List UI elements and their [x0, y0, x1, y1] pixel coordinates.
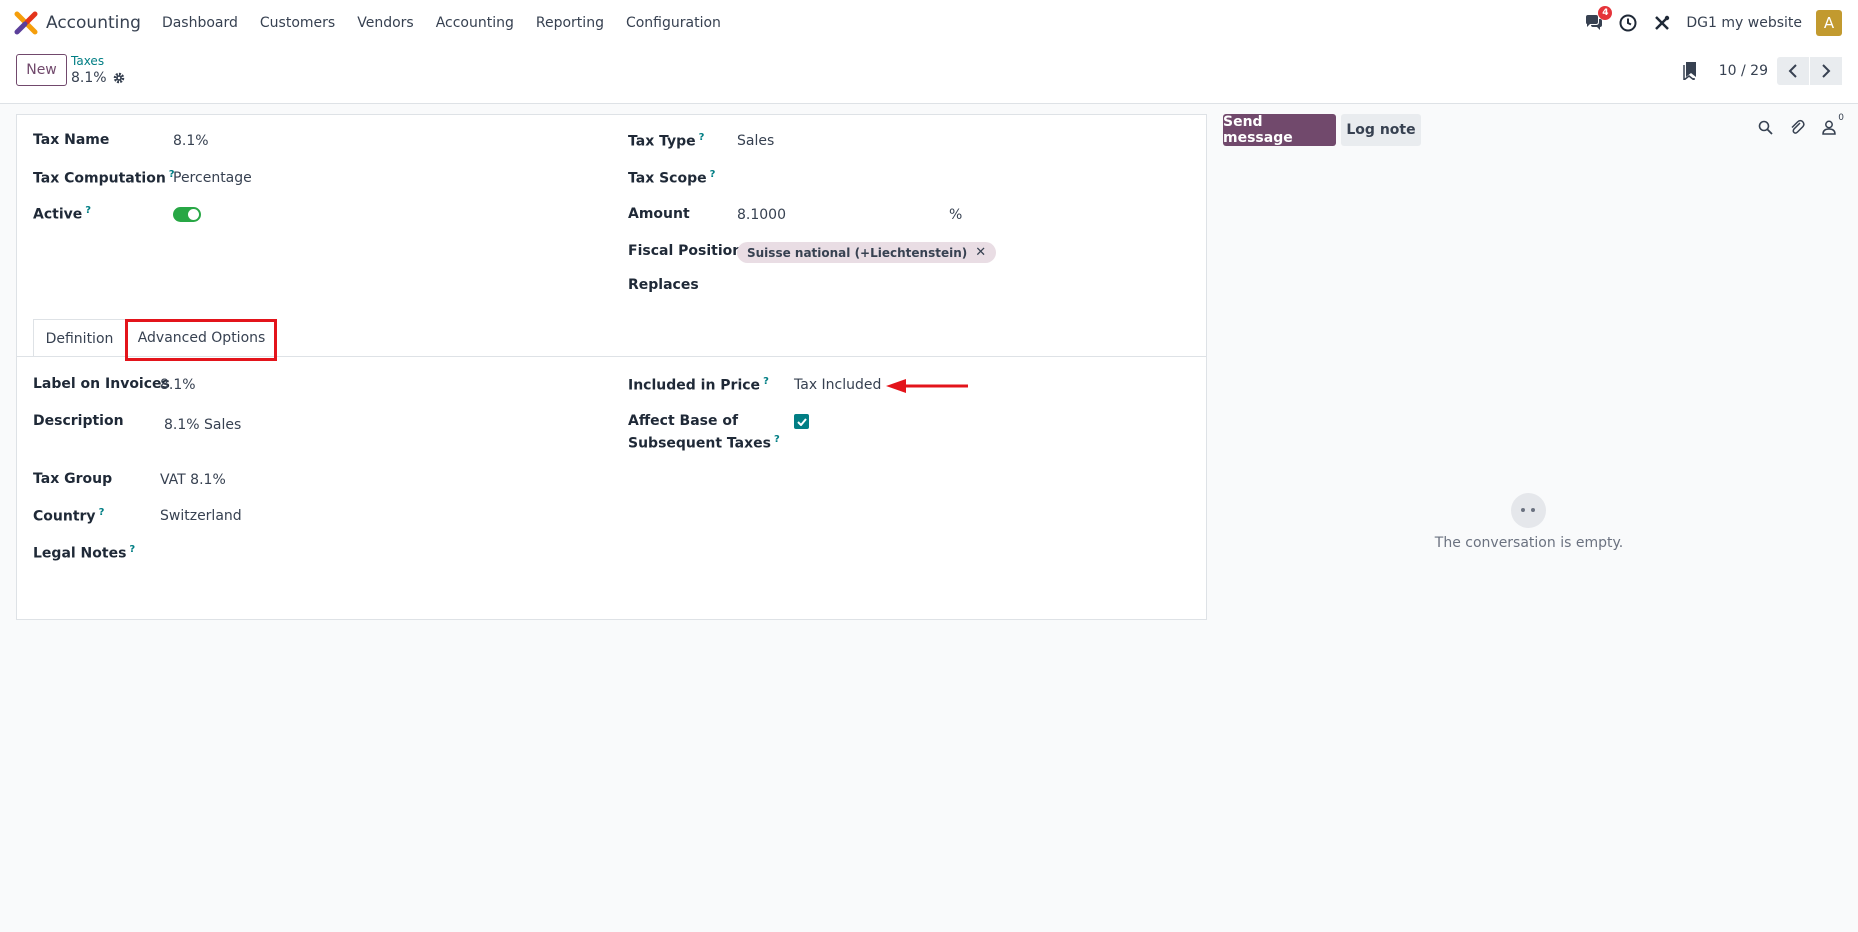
tax-scope-label-text: Tax Scope: [628, 170, 707, 187]
tools-icon: [1655, 15, 1670, 30]
legal-notes-label: Legal Notes?: [33, 544, 135, 562]
empty-face-icon: [1511, 493, 1546, 528]
messages-button[interactable]: 4: [1584, 6, 1613, 33]
breadcrumb-taxes[interactable]: Taxes: [71, 54, 104, 68]
help-icon[interactable]: ?: [129, 544, 135, 555]
chevron-left-icon: [1788, 64, 1797, 78]
legal-notes-label-text: Legal Notes: [33, 545, 127, 562]
navbar-systray: 4 DG1 my website A: [1584, 0, 1842, 46]
amount-label: Amount: [628, 206, 690, 222]
affect-base-checkbox[interactable]: [794, 414, 809, 429]
main-menu: Dashboard Customers Vendors Accounting R…: [151, 15, 732, 31]
menu-customers[interactable]: Customers: [249, 15, 346, 31]
affect-base-label-line1: Affect Base of: [628, 413, 739, 429]
remove-tag-icon[interactable]: ✕: [975, 245, 986, 260]
active-label-text: Active: [33, 206, 83, 223]
included-in-price-label-text: Included in Price: [628, 377, 761, 394]
menu-accounting[interactable]: Accounting: [425, 15, 525, 31]
debug-button[interactable]: [1652, 13, 1672, 33]
help-icon[interactable]: ?: [85, 205, 91, 216]
record-title: 8.1%: [71, 70, 107, 86]
followers-button[interactable]: 0: [1820, 113, 1844, 136]
tax-computation-field[interactable]: Percentage: [173, 170, 252, 186]
app-logo-icon: [14, 11, 38, 35]
tax-computation-label: Tax Computation?: [33, 169, 175, 187]
help-icon[interactable]: ?: [774, 434, 780, 445]
user-avatar[interactable]: A: [1816, 10, 1842, 36]
label-on-invoices-label: Label on Invoices: [33, 376, 170, 392]
tax-name-field[interactable]: 8.1%: [173, 133, 209, 149]
advanced-options-highlight: [125, 319, 277, 361]
amount-unit: %: [949, 207, 963, 223]
pager-area: 10 / 29: [1683, 57, 1842, 85]
help-icon[interactable]: ?: [699, 132, 705, 143]
company-switcher[interactable]: DG1 my website: [1686, 15, 1802, 31]
app-name[interactable]: Accounting: [46, 13, 141, 33]
pager-previous-button[interactable]: [1777, 57, 1809, 85]
clock-icon: [1619, 14, 1637, 32]
description-field[interactable]: 8.1% Sales: [164, 417, 241, 433]
paperclip-icon: [1790, 119, 1805, 134]
country-field[interactable]: Switzerland: [160, 508, 242, 524]
included-in-price-label: Included in Price?: [628, 376, 769, 394]
messages-badge: 4: [1598, 6, 1613, 20]
tax-computation-label-text: Tax Computation: [33, 170, 166, 187]
new-button[interactable]: New: [16, 54, 67, 86]
chevron-right-icon: [1822, 64, 1831, 78]
affect-base-label-line2: Subsequent Taxes?: [628, 434, 780, 452]
empty-conversation-text: The conversation is empty.: [1434, 535, 1624, 551]
menu-configuration[interactable]: Configuration: [615, 15, 732, 31]
fiscal-position-tag-text: Suisse national (+Liechtenstein): [747, 245, 968, 260]
replaces-label: Replaces: [628, 277, 699, 293]
menu-dashboard[interactable]: Dashboard: [151, 15, 249, 31]
amount-field[interactable]: 8.1000: [737, 207, 786, 223]
label-on-invoices-field[interactable]: 8.1%: [160, 377, 196, 393]
gear-icon[interactable]: [112, 71, 126, 85]
active-toggle[interactable]: [173, 207, 201, 222]
bookmark-icon[interactable]: [1683, 62, 1697, 80]
country-label-text: Country: [33, 508, 96, 525]
description-label: Description: [33, 413, 124, 429]
active-label: Active?: [33, 205, 91, 223]
check-icon: [796, 417, 807, 426]
search-messages-button[interactable]: [1756, 118, 1774, 136]
followers-count: 0: [1838, 113, 1844, 123]
annotation-arrow-icon: [886, 379, 968, 393]
user-icon: [1822, 120, 1836, 135]
tax-scope-label: Tax Scope?: [628, 169, 715, 187]
send-message-button[interactable]: Send message: [1223, 114, 1336, 146]
brand[interactable]: Accounting: [14, 11, 141, 35]
control-panel: New Taxes 8.1% 10 / 29: [0, 46, 1858, 104]
tax-group-field[interactable]: VAT 8.1%: [160, 472, 226, 488]
activity-button[interactable]: [1618, 13, 1638, 33]
tax-type-label: Tax Type?: [628, 132, 704, 150]
form-sheet: Tax Name 8.1% Tax Computation? Percentag…: [16, 114, 1207, 620]
search-icon: [1758, 120, 1773, 135]
attachments-button[interactable]: [1788, 118, 1806, 136]
help-icon[interactable]: ?: [710, 169, 716, 180]
pager-next-button[interactable]: [1810, 57, 1842, 85]
menu-reporting[interactable]: Reporting: [525, 15, 615, 31]
fiscal-position-label: Fiscal Position: [628, 243, 743, 259]
tax-group-label: Tax Group: [33, 471, 113, 487]
affect-base-label-line2-text: Subsequent Taxes: [628, 435, 771, 452]
included-in-price-field[interactable]: Tax Included: [794, 377, 881, 393]
tax-type-field[interactable]: Sales: [737, 133, 774, 149]
tab-definition[interactable]: Definition: [33, 319, 126, 357]
help-icon[interactable]: ?: [763, 376, 769, 387]
help-icon[interactable]: ?: [99, 507, 105, 518]
face-eye-left: [1521, 508, 1525, 512]
chatter-topbar-icons: 0: [1756, 113, 1844, 136]
fiscal-position-tag[interactable]: Suisse national (+Liechtenstein) ✕: [737, 242, 997, 263]
tax-type-label-text: Tax Type: [628, 133, 696, 150]
tax-name-label: Tax Name: [33, 132, 110, 148]
top-navbar: Accounting Dashboard Customers Vendors A…: [0, 0, 1858, 46]
breadcrumb-current: 8.1%: [71, 70, 126, 86]
menu-vendors[interactable]: Vendors: [346, 15, 424, 31]
log-note-button[interactable]: Log note: [1341, 114, 1421, 146]
country-label: Country?: [33, 507, 104, 525]
face-eye-right: [1531, 508, 1535, 512]
pager-value[interactable]: 10 / 29: [1719, 63, 1768, 79]
